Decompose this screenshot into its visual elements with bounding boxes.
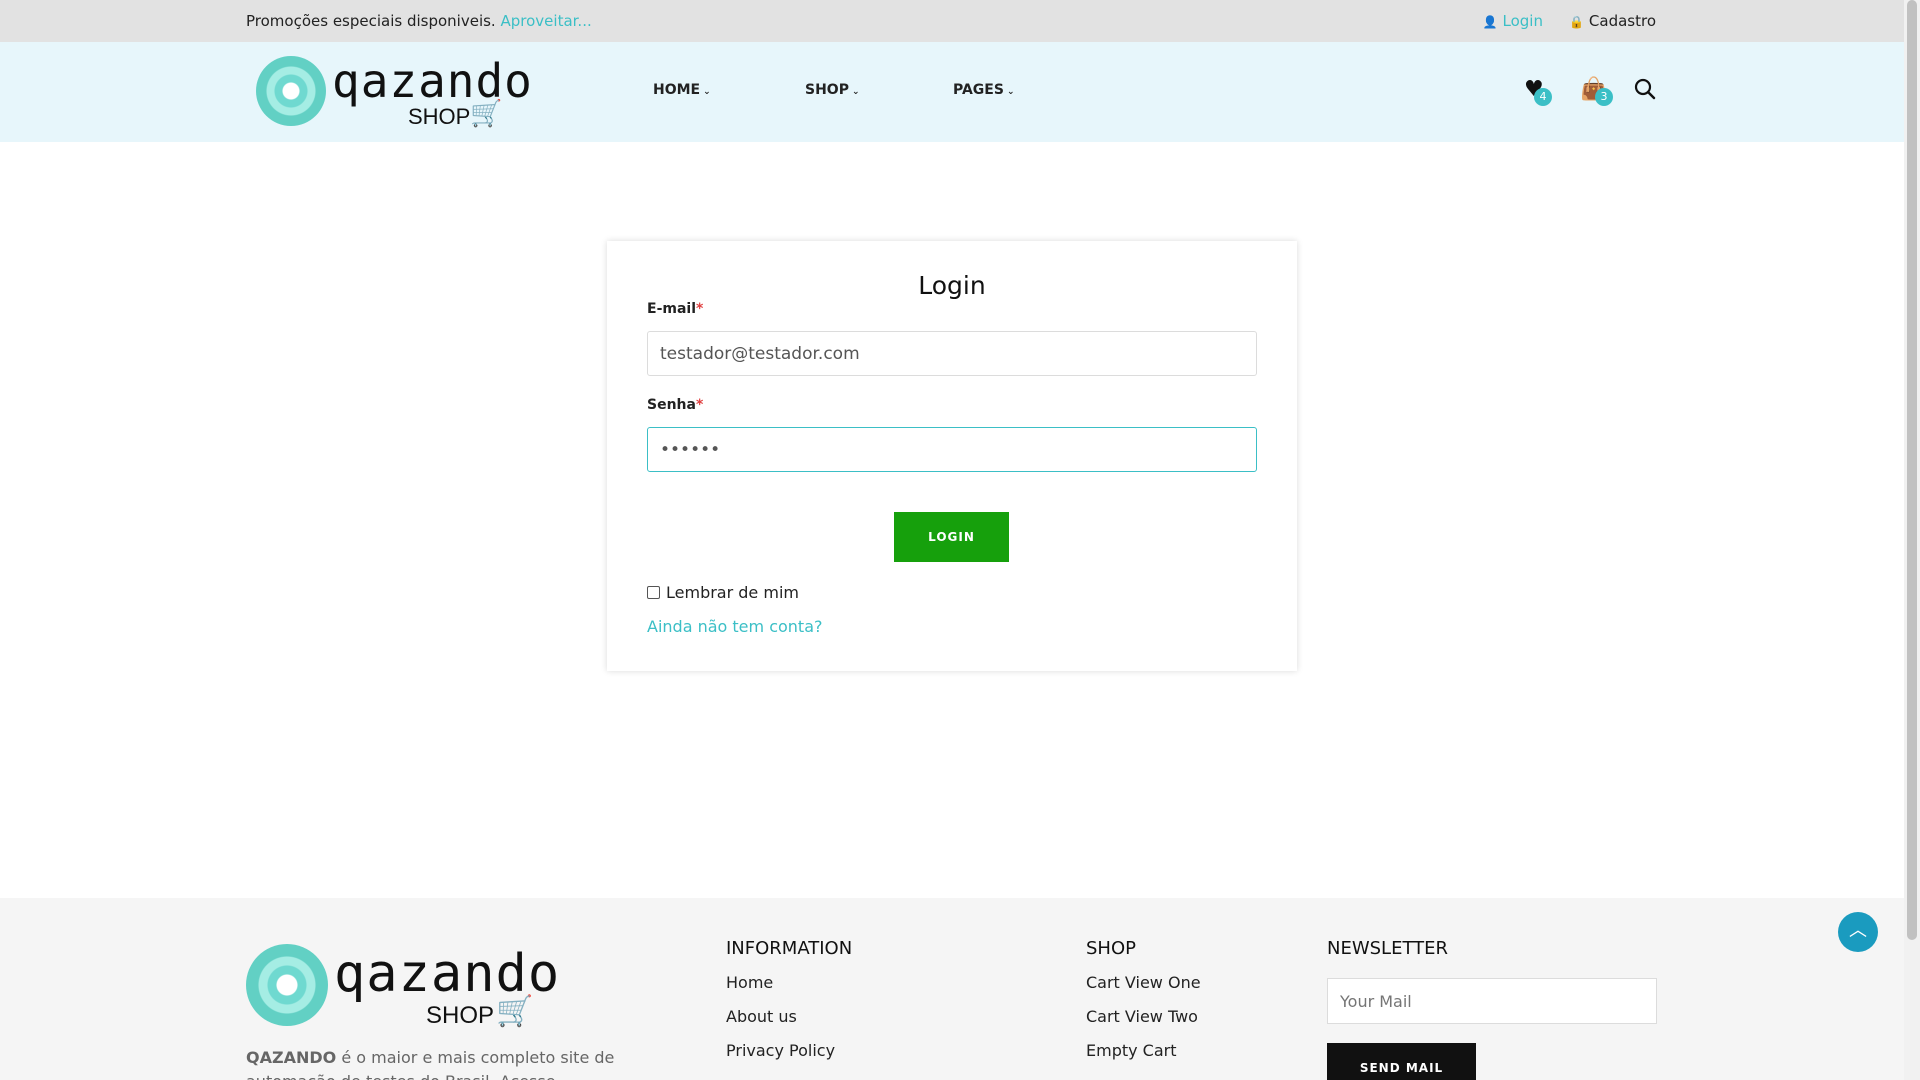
top-login-label: Login — [1502, 12, 1543, 30]
logo-shop-label: SHOP — [408, 104, 471, 129]
nav-home-label: HOME — [653, 82, 701, 98]
newsletter-email-input[interactable] — [1327, 978, 1657, 1024]
wishlist-button[interactable]: ♥ 4 — [1524, 78, 1552, 106]
wishlist-count-badge: 4 — [1534, 88, 1552, 106]
logo-wordmark: qazando — [332, 54, 533, 108]
footer-link-cart-one[interactable]: Cart View One — [1086, 973, 1201, 1007]
cart-button[interactable]: 👜 3 — [1580, 78, 1613, 106]
footer-link-cart-two[interactable]: Cart View Two — [1086, 1007, 1201, 1041]
footer-newsletter-title: NEWSLETTER — [1327, 938, 1449, 959]
logo-circle-icon — [256, 56, 326, 126]
promo-banner: Promoções especiais disponiveis. Aprovei… — [246, 12, 592, 30]
footer-link-privacy[interactable]: Privacy Policy — [726, 1041, 852, 1075]
top-cadastro-link[interactable]: 🔒 Cadastro — [1569, 12, 1656, 30]
footer-shop-title: SHOP — [1086, 938, 1136, 959]
logo-wordmark: qazando — [334, 944, 561, 1004]
footer: qazando SHOP 🛒 QAZANDO é o maior e mais … — [0, 898, 1904, 1080]
nav-shop-label: SHOP — [805, 82, 849, 98]
footer-link-about[interactable]: About us — [726, 1007, 852, 1041]
required-mark: * — [696, 301, 704, 317]
email-label: E-mail* — [647, 301, 703, 317]
top-cadastro-label: Cadastro — [1588, 12, 1656, 30]
footer-link-empty-cart[interactable]: Empty Cart — [1086, 1041, 1201, 1075]
logo-cart-icon: 🛒 — [496, 994, 534, 1029]
login-title: Login — [918, 271, 986, 300]
password-label-text: Senha — [647, 397, 696, 413]
remember-me-label: Lembrar de mim — [666, 583, 799, 602]
scrollbar[interactable] — [1904, 0, 1920, 1080]
lock-icon: 🔒 — [1568, 15, 1584, 29]
site-logo[interactable]: qazando SHOP 🛒 — [256, 56, 532, 130]
chevron-down-icon: ⌄ — [851, 87, 860, 97]
footer-description: QAZANDO é o maior e mais completo site d… — [246, 1046, 616, 1080]
password-label: Senha* — [647, 397, 703, 413]
footer-shop: SHOP Cart View One Cart View Two Empty C… — [1086, 938, 1201, 1075]
login-button[interactable]: LOGIN — [894, 512, 1009, 562]
main-header: qazando SHOP 🛒 HOME ⌄ SHOP ⌄ PAGES ⌄ ♥ 4 👜 … — [0, 42, 1904, 142]
email-field[interactable] — [647, 331, 1257, 376]
nav-pages[interactable]: PAGES ⌄ — [953, 82, 1015, 98]
nav-shop[interactable]: SHOP ⌄ — [805, 82, 860, 98]
top-login-link[interactable]: 👤 Login — [1483, 12, 1543, 30]
footer-newsletter: NEWSLETTER — [1327, 938, 1448, 973]
scrollbar-thumb[interactable] — [1907, 0, 1917, 940]
search-icon — [1634, 78, 1656, 100]
logo-shop-label: SHOP — [426, 1002, 495, 1029]
nav-home[interactable]: HOME ⌄ — [653, 82, 711, 98]
page: Promoções especiais disponiveis. Aprovei… — [0, 0, 1904, 1080]
logo-circle-icon — [246, 944, 328, 1026]
footer-information-title: INFORMATION — [726, 938, 853, 959]
footer-information: INFORMATION Home About us Privacy Policy — [726, 938, 852, 1075]
cart-count-badge: 3 — [1595, 88, 1613, 106]
chevron-down-icon: ⌄ — [1006, 87, 1015, 97]
signup-link[interactable]: Ainda não tem conta? — [647, 617, 822, 636]
account-links: 👤 Login 🔒 Cadastro — [1483, 12, 1656, 30]
email-label-text: E-mail — [647, 301, 697, 317]
user-icon: 👤 — [1482, 15, 1498, 29]
chevron-up-icon: ︿ — [1849, 920, 1867, 941]
footer-logo[interactable]: qazando SHOP 🛒 — [246, 944, 559, 1030]
send-mail-button[interactable]: SEND MAIL — [1327, 1043, 1476, 1080]
remember-me-checkbox[interactable] — [647, 586, 660, 599]
logo-cart-icon: 🛒 — [470, 99, 503, 129]
chevron-down-icon: ⌄ — [703, 87, 711, 97]
footer-link-home[interactable]: Home — [726, 973, 852, 1007]
nav-pages-label: PAGES — [953, 82, 1004, 98]
footer-brand: QAZANDO — [246, 1048, 337, 1067]
search-button[interactable] — [1634, 78, 1656, 106]
login-card: Login E-mail* Senha* LOGIN Lembrar de mi… — [607, 241, 1297, 671]
remember-me[interactable]: Lembrar de mim — [647, 583, 799, 602]
scroll-to-top-button[interactable]: ︿ — [1838, 912, 1878, 952]
promo-text: Promoções especiais disponiveis. — [246, 12, 496, 30]
top-bar: Promoções especiais disponiveis. Aprovei… — [0, 0, 1904, 42]
password-field[interactable] — [647, 427, 1257, 472]
required-mark: * — [695, 397, 704, 413]
promo-link[interactable]: Aproveitar... — [501, 12, 592, 30]
